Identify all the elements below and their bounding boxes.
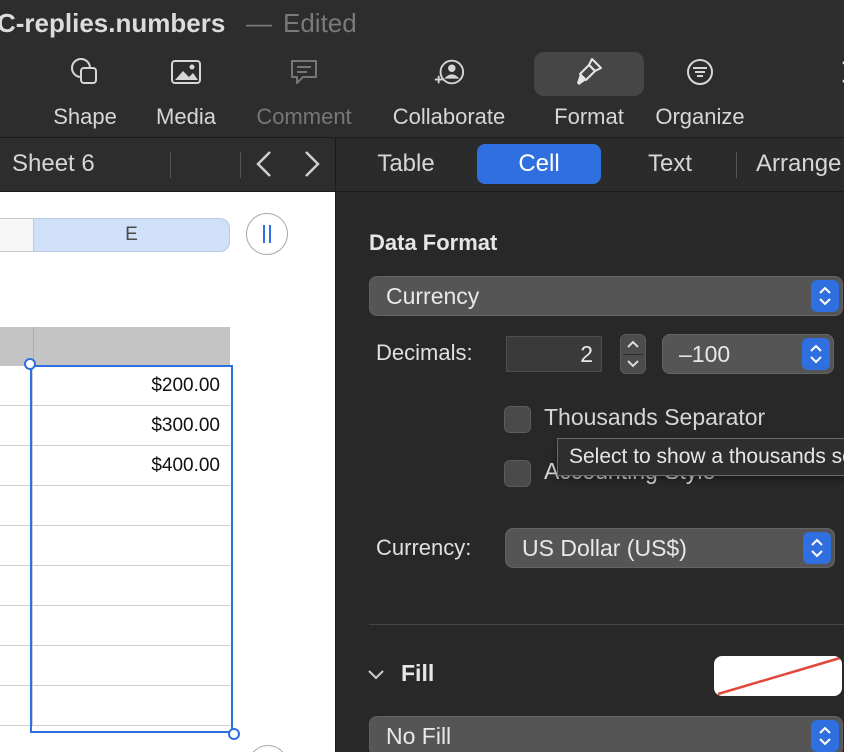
column-header-e[interactable]: E: [33, 218, 230, 252]
chevron-left-icon: [256, 151, 271, 177]
selection-handle-bottom[interactable]: [228, 728, 240, 740]
previous-sheet-button[interactable]: [252, 146, 278, 182]
shape-icon: [69, 56, 101, 88]
collaborate-label: Collaborate: [392, 104, 506, 129]
app-window: C-replies.numbers — Edited t Shape Media: [0, 0, 844, 752]
media-button[interactable]: Media: [142, 46, 230, 136]
tab-arrange[interactable]: Arrange: [756, 144, 844, 184]
organize-icon: [684, 56, 716, 88]
organize-button[interactable]: Organize: [650, 46, 750, 136]
column-header-d[interactable]: [0, 218, 34, 252]
accounting-style-checkbox[interactable]: [504, 460, 531, 487]
toolbar: t Shape Media Comment Collaborate: [0, 46, 844, 138]
updown-chevron-icon: [802, 338, 830, 370]
media-icon: [170, 56, 202, 88]
tab-table[interactable]: Table: [358, 144, 454, 184]
currency-label: Currency:: [376, 535, 472, 560]
chart-icon: [0, 56, 21, 88]
paintbrush-icon: [573, 56, 605, 88]
format-inspector: Table Cell Text Arrange Data Format Curr…: [335, 138, 844, 752]
decimals-label: Decimals:: [376, 340, 473, 365]
shape-label: Shape: [53, 104, 117, 129]
sheet-tab-bar: Sheet 6: [0, 138, 335, 192]
thousands-separator-checkbox[interactable]: [504, 406, 531, 433]
comment-label: Comment: [256, 104, 352, 129]
chevron-down-icon[interactable]: [366, 664, 386, 684]
organize-label: Organize: [655, 104, 745, 129]
data-format-value: Currency: [386, 283, 480, 309]
chevron-right-icon: [832, 56, 844, 88]
updown-chevron-icon: [803, 532, 831, 564]
selection-handle-top[interactable]: [24, 358, 36, 370]
currency-value: US Dollar (US$): [522, 535, 687, 561]
row-resize-handle[interactable]: [248, 745, 288, 752]
document-title: C-replies.numbers: [0, 8, 226, 38]
table-cell-d[interactable]: [0, 446, 33, 486]
fill-type-value: No Fill: [386, 723, 452, 749]
tooltip: Select to show a thousands separator: [557, 438, 844, 476]
tab-cell[interactable]: Cell: [477, 144, 601, 184]
updown-chevron-icon: [811, 280, 839, 312]
column-header-row: E: [0, 218, 230, 252]
decimals-field[interactable]: 2: [506, 336, 602, 372]
comment-button[interactable]: Comment: [248, 46, 360, 136]
sheet-tab-sheet-6[interactable]: Sheet 6: [12, 150, 95, 178]
section-divider: [369, 624, 844, 625]
table-cell-d[interactable]: [0, 406, 33, 446]
collaborate-icon: [433, 56, 465, 88]
sheet-canvas[interactable]: E $200.00 $300.00 $400.00: [0, 192, 335, 752]
tab-divider: [736, 152, 737, 178]
no-fill-slash-icon: [717, 656, 841, 696]
thousands-separator-label: Thousands Separator: [544, 404, 766, 430]
fill-color-well[interactable]: [714, 656, 842, 696]
title-separator: —: [246, 8, 272, 38]
collaborate-button[interactable]: Collaborate: [382, 46, 516, 136]
toolbar-partial-label: t: [0, 104, 20, 130]
shape-button[interactable]: Shape: [40, 46, 130, 136]
media-label: Media: [156, 104, 216, 129]
currency-popup[interactable]: US Dollar (US$): [505, 528, 835, 568]
negative-number-popup[interactable]: –100: [662, 334, 834, 374]
next-sheet-button[interactable]: [298, 146, 324, 182]
format-button[interactable]: Format: [534, 46, 644, 136]
tab-divider: [240, 152, 241, 178]
tab-text[interactable]: Text: [626, 144, 714, 184]
table-cell-d[interactable]: [0, 686, 33, 726]
decimals-stepper[interactable]: [620, 334, 646, 374]
updown-chevron-icon: [811, 720, 839, 752]
data-format-heading: Data Format: [369, 230, 498, 255]
negative-number-value: –100: [679, 341, 731, 367]
cell-selection: [24, 358, 240, 740]
inspector-tabs: Table Cell Text Arrange: [336, 138, 844, 192]
table-cell-d[interactable]: [0, 566, 33, 606]
table-cell-d[interactable]: [0, 646, 33, 686]
fill-type-popup[interactable]: No Fill: [369, 716, 843, 752]
title-bar: C-replies.numbers — Edited: [0, 0, 844, 46]
format-label: Format: [554, 104, 624, 129]
table-cell-d[interactable]: [0, 526, 33, 566]
document-status: Edited: [283, 8, 357, 38]
toolbar-partial-button[interactable]: t: [0, 46, 20, 136]
tab-divider: [170, 152, 171, 178]
table-cell-d[interactable]: [0, 486, 33, 526]
more-toolbar-button[interactable]: [826, 46, 844, 136]
data-format-popup[interactable]: Currency: [369, 276, 843, 316]
comment-icon: [288, 56, 320, 88]
chevron-right-icon: [305, 151, 320, 177]
table-cell-d[interactable]: [0, 366, 33, 406]
column-resize-handle[interactable]: [246, 213, 288, 255]
fill-heading: Fill: [401, 660, 435, 686]
table-cell-d[interactable]: [0, 606, 33, 646]
